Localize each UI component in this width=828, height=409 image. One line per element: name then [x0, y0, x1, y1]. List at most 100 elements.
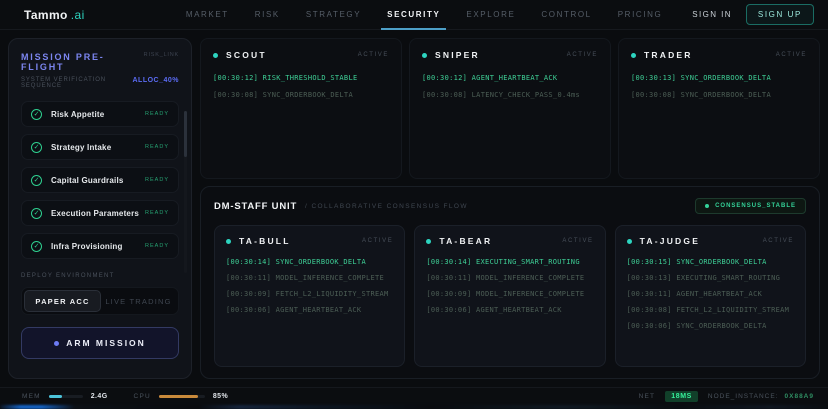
log-line: [00:30:09] MODEL_INFERENCE_COMPLETE [426, 290, 585, 298]
log-line: [00:30:13] EXECUTING_SMART_ROUTING [626, 274, 781, 282]
cpu-meter [158, 395, 205, 398]
staff-card-ta-bear: TA-BEAR ACTIVE [00:30:14] EXECUTING_SMAR… [414, 225, 606, 367]
brand-suffix: .ai [70, 7, 85, 22]
agent-name: TA-BULL [239, 236, 291, 246]
env-option-live-trading[interactable]: LIVE TRADING [101, 290, 176, 312]
consensus-stable-badge: CONSENSUS_STABLE [695, 198, 806, 214]
net-label: NET [638, 393, 656, 400]
agent-log-list: [00:30:12] RISK_THRESHOLD_STABLE [00:30:… [213, 74, 389, 99]
agents-row: SCOUT ACTIVE [00:30:12] RISK_THRESHOLD_S… [200, 38, 820, 179]
log-line: [00:30:08] FETCH_L2_LIQUIDITY_STREAM [626, 306, 790, 314]
risk-link-label: RISK_LINK [143, 52, 179, 58]
agent-status-badge: ACTIVE [562, 238, 594, 244]
env-option-paper-acc[interactable]: PAPER ACC [24, 290, 101, 312]
checklist-label: Strategy Intake [51, 142, 112, 152]
arm-mission-button[interactable]: ARM MISSION [21, 327, 179, 359]
verification-checklist: ✓ Risk Appetite READY ✓ Strategy Intake … [21, 101, 179, 259]
agent-name: SCOUT [226, 50, 267, 60]
main-content: SCOUT ACTIVE [00:30:12] RISK_THRESHOLD_S… [200, 38, 820, 379]
app-window: Tammo .ai MARKET RISK STRATEGY SECURITY E… [0, 0, 828, 409]
checklist-status: READY [145, 243, 169, 249]
agent-status-badge: ACTIVE [762, 238, 794, 244]
log-line: [00:30:14] EXECUTING_SMART_ROUTING [426, 258, 580, 266]
brand-logo[interactable]: Tammo .ai [24, 8, 85, 22]
cpu-label: CPU [133, 393, 151, 400]
agent-name: TA-BEAR [439, 236, 493, 246]
staff-agents-row: TA-BULL ACTIVE [00:30:14] SYNC_ORDERBOOK… [214, 225, 806, 367]
agent-log-list: [00:30:14] EXECUTING_SMART_ROUTING [00:3… [426, 258, 593, 314]
log-line: [00:30:06] AGENT_HEARTBEAT_ACK [226, 306, 362, 314]
nav-item-control[interactable]: CONTROL [541, 0, 591, 30]
staff-unit-subtitle: / COLLABORATIVE CONSENSUS FLOW [305, 202, 468, 210]
check-circle-icon: ✓ [31, 174, 42, 186]
agent-card-sniper: SNIPER ACTIVE [00:30:12] AGENT_HEARTBEAT… [409, 38, 611, 179]
log-line: [00:30:14] SYNC_ORDERBOOK_DELTA [226, 258, 366, 266]
log-line: [00:30:08] LATENCY_CHECK_PASS_0.4ms [422, 91, 581, 99]
cpu-meter-fill [158, 395, 198, 398]
consensus-dot-icon [705, 204, 710, 208]
arm-mission-label: ARM MISSION [66, 338, 146, 348]
staff-card-ta-judge: TA-JUDGE ACTIVE [00:30:15] SYNC_ORDERBOO… [614, 225, 806, 367]
mem-value: 2.4G [90, 393, 108, 400]
agent-status-badge: ACTIVE [357, 52, 389, 58]
scrollbar-thumb[interactable] [184, 111, 187, 157]
log-line: [00:30:08] SYNC_ORDERBOOK_DELTA [631, 91, 771, 99]
brand-name: Tammo [24, 7, 68, 22]
nav-item-pricing[interactable]: PRICING [618, 0, 663, 30]
check-circle-icon: ✓ [31, 108, 42, 120]
checklist-label: Execution Parameters [51, 208, 140, 218]
check-circle-icon: ✓ [31, 207, 42, 219]
agent-card-scout: SCOUT ACTIVE [00:30:12] RISK_THRESHOLD_S… [200, 38, 402, 179]
checklist-status: READY [145, 144, 169, 150]
agent-status-dot-icon [422, 52, 427, 58]
log-line: [00:30:08] SYNC_ORDERBOOK_DELTA [213, 91, 353, 99]
agent-status-dot-icon [626, 238, 632, 244]
workspace: MISSION PRE-FLIGHT RISK_LINK SYSTEM VERI… [0, 30, 828, 387]
log-line: [00:30:12] AGENT_HEARTBEAT_ACK [422, 74, 558, 82]
arm-dot-icon [54, 340, 60, 346]
panel-title: MISSION PRE-FLIGHT [21, 52, 105, 72]
nav-item-security[interactable]: SECURITY [381, 0, 447, 30]
deploy-environment-label: DEPLOY ENVIRONMENT [21, 273, 115, 279]
environment-toggle: PAPER ACC LIVE TRADING [21, 287, 179, 315]
bottom-window-edge [0, 405, 828, 409]
checklist-item-infra-provisioning: ✓ Infra Provisioning READY [21, 233, 179, 259]
mem-meter-fill [48, 395, 62, 398]
agent-status-dot-icon [213, 52, 218, 58]
auth-area: SIGN IN SIGN UP [692, 4, 814, 25]
nav-item-market[interactable]: MARKET [186, 0, 229, 30]
nav-item-explore[interactable]: EXPLORE [466, 0, 515, 30]
checklist-status: READY [145, 177, 169, 183]
log-line: [00:30:11] AGENT_HEARTBEAT_ACK [626, 290, 763, 298]
agent-card-trader: TRADER ACTIVE [00:30:13] SYNC_ORDERBOOK_… [618, 38, 820, 179]
checklist-item-capital-guardrails: ✓ Capital Guardrails READY [21, 167, 179, 193]
dm-staff-unit-panel: DM-STAFF UNIT / COLLABORATIVE CONSENSUS … [200, 186, 820, 379]
checklist-item-execution-parameters: ✓ Execution Parameters READY [21, 200, 179, 226]
agent-log-list: [00:30:15] SYNC_ORDERBOOK_DELTA [00:30:1… [627, 258, 794, 330]
log-line: [00:30:09] FETCH_L2_LIQUIDITY_STREAM [226, 290, 389, 298]
consensus-label: CONSENSUS_STABLE [715, 203, 796, 209]
log-line: [00:30:06] SYNC_ORDERBOOK_DELTA [626, 322, 767, 330]
net-latency-badge: 18MS [665, 391, 698, 402]
mem-label: MEM [22, 393, 41, 400]
agent-status-dot-icon [226, 238, 231, 244]
agent-log-list: [00:30:12] AGENT_HEARTBEAT_ACK [00:30:08… [422, 74, 598, 99]
checklist-label: Capital Guardrails [51, 175, 124, 185]
checklist-label: Risk Appetite [51, 109, 105, 119]
log-line: [00:30:13] SYNC_ORDERBOOK_DELTA [631, 74, 771, 82]
agent-name: TRADER [644, 50, 693, 60]
agent-name: TA-JUDGE [639, 236, 701, 246]
node-instance-value: 0X88A9 [784, 393, 814, 400]
checklist-item-strategy-intake: ✓ Strategy Intake READY [21, 134, 179, 160]
agent-status-badge: ACTIVE [566, 52, 598, 58]
log-line: [00:30:11] MODEL_INFERENCE_COMPLETE [426, 274, 585, 282]
nav-item-risk[interactable]: RISK [255, 0, 280, 30]
check-circle-icon: ✓ [31, 141, 42, 153]
nav-item-strategy[interactable]: STRATEGY [306, 0, 361, 30]
sidebar-scrollbar[interactable] [184, 111, 187, 273]
mission-preflight-panel: MISSION PRE-FLIGHT RISK_LINK SYSTEM VERI… [8, 38, 192, 379]
agent-status-dot-icon [426, 238, 432, 244]
sign-up-button[interactable]: SIGN UP [745, 4, 814, 25]
checklist-item-risk-appetite: ✓ Risk Appetite READY [21, 101, 179, 127]
sign-in-link[interactable]: SIGN IN [692, 10, 732, 19]
